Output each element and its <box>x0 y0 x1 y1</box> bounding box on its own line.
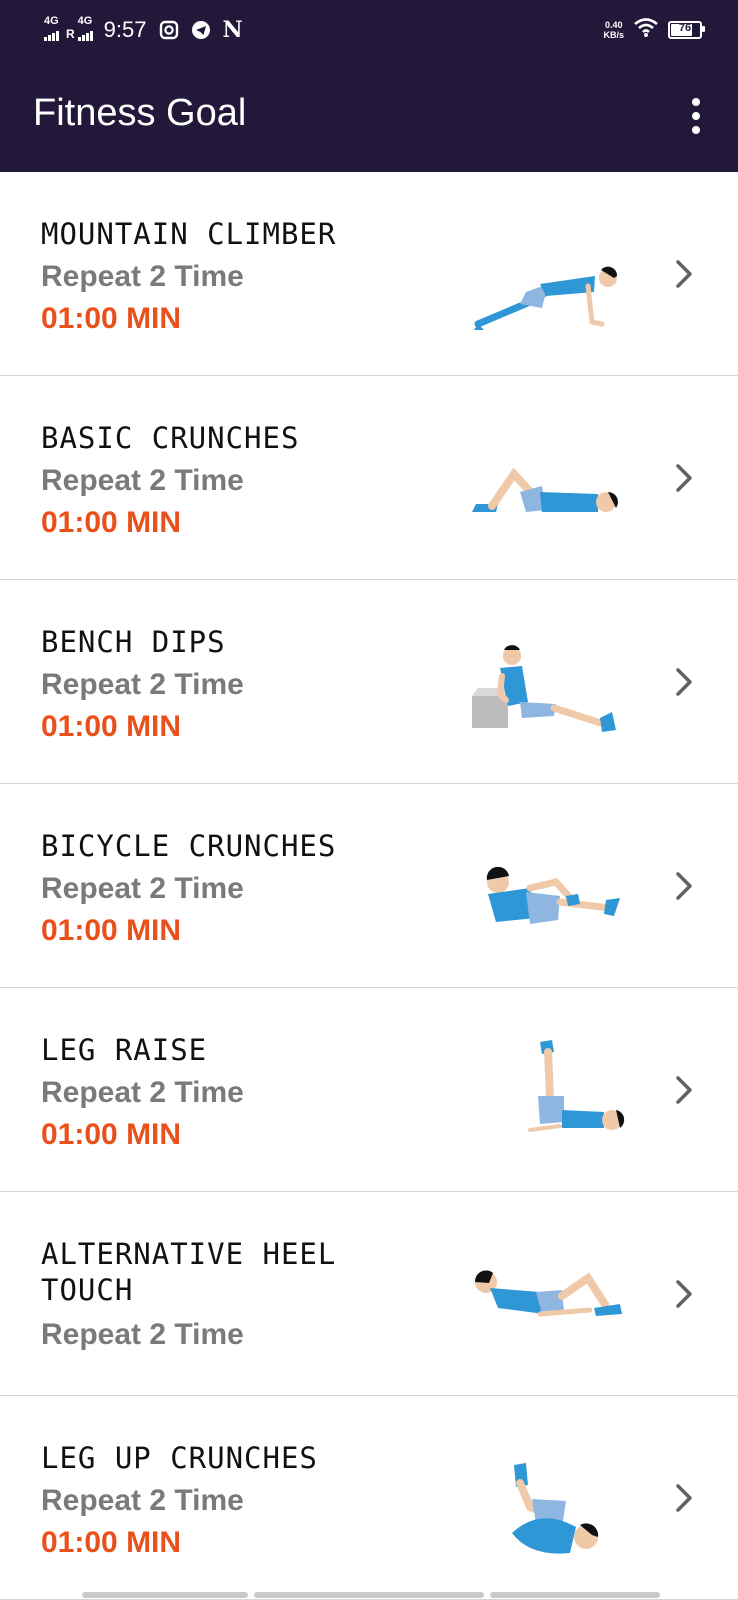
exercise-repeat: Repeat 2 Time <box>41 872 244 905</box>
exercise-name: BENCH DIPS <box>41 625 226 659</box>
roaming-indicator: R <box>66 27 75 41</box>
exercise-name: LEG UP CRUNCHES <box>41 1441 318 1475</box>
telegram-icon <box>191 20 211 40</box>
signal-2-icon: 4G <box>77 15 94 41</box>
notification-n-icon: N <box>222 17 243 43</box>
heel-touch-figure <box>474 1270 622 1317</box>
chevron-right-icon <box>676 1076 692 1104</box>
exercise-duration: 01:00 MIN <box>41 302 182 335</box>
list-item[interactable]: BASIC CRUNCHES Repeat 2 Time 01:00 MIN <box>0 376 738 580</box>
scroll-indicator <box>82 1592 660 1598</box>
status-right: 0.40 KB/s 76 <box>603 14 705 46</box>
exercise-name: BASIC CRUNCHES <box>41 421 300 455</box>
network-type-2: 4G <box>77 15 93 27</box>
chevron-right-icon <box>676 872 692 900</box>
bench-dips-figure <box>472 645 616 732</box>
status-bar: 4G R 4G 9:57 N 0.40 KB/s 76 <box>0 0 738 60</box>
leg-up-crunches-figure <box>512 1463 599 1554</box>
more-vert-icon[interactable] <box>686 98 706 134</box>
list-item[interactable]: BICYCLE CRUNCHES Repeat 2 Time 01:00 MIN <box>0 784 738 988</box>
list-item[interactable]: BENCH DIPS Repeat 2 Time 01:00 MIN <box>0 580 738 784</box>
exercise-name: MOUNTAIN CLIMBER <box>41 217 337 251</box>
exercise-duration: 01:00 MIN <box>41 914 182 947</box>
list-item[interactable]: ALTERNATIVE HEEL TOUCH Repeat 2 Time <box>0 1192 738 1396</box>
battery-level: 76 <box>678 22 692 34</box>
exercise-duration: 01:00 MIN <box>41 506 182 539</box>
list-item[interactable]: LEG UP CRUNCHES Repeat 2 Time 01:00 MIN <box>0 1396 738 1600</box>
app-bar: Fitness Goal <box>0 60 738 172</box>
network-speed: 0.40 KB/s <box>603 20 624 40</box>
chevron-right-icon <box>676 1280 692 1308</box>
exercise-name: ALTERNATIVE HEEL TOUCH <box>41 1237 337 1307</box>
exercise-duration: 01:00 MIN <box>41 710 182 743</box>
network-type-1: 4G <box>44 15 59 27</box>
chevron-right-icon <box>676 1484 692 1512</box>
exercise-repeat: Repeat 2 Time <box>41 464 244 497</box>
exercise-repeat: Repeat 2 Time <box>41 1076 244 1109</box>
exercise-duration: 01:00 MIN <box>41 1118 182 1151</box>
page-title: Fitness Goal <box>33 92 247 134</box>
basic-crunches-figure <box>472 467 618 512</box>
clock: 9:57 <box>103 17 147 42</box>
instagram-icon <box>159 20 179 40</box>
mountain-climber-figure <box>474 266 618 330</box>
exercise-duration: 01:00 MIN <box>41 1526 182 1559</box>
battery-icon: 76 <box>668 21 705 39</box>
exercise-name: BICYCLE CRUNCHES <box>41 829 337 863</box>
chevron-right-icon <box>676 668 692 696</box>
exercise-repeat: Repeat 2 Time <box>41 1484 244 1517</box>
exercise-name: LEG RAISE <box>41 1033 208 1067</box>
chevron-right-icon <box>676 464 692 492</box>
exercise-repeat: Repeat 2 Time <box>41 668 244 701</box>
signal-1-icon: 4G <box>44 15 60 41</box>
exercise-repeat: Repeat 2 Time <box>41 1318 244 1351</box>
chevron-right-icon <box>676 260 692 288</box>
list-item[interactable]: MOUNTAIN CLIMBER Repeat 2 Time 01:00 MIN <box>0 172 738 376</box>
status-left: 4G R 4G 9:57 N <box>44 14 255 46</box>
list-item[interactable]: LEG RAISE Repeat 2 Time 01:00 MIN <box>0 988 738 1192</box>
bicycle-crunches-figure <box>486 866 620 924</box>
exercise-repeat: Repeat 2 Time <box>41 260 244 293</box>
wifi-icon <box>634 17 658 43</box>
exercise-list: MOUNTAIN CLIMBER Repeat 2 Time 01:00 MIN… <box>0 172 738 1600</box>
leg-raise-figure <box>528 1040 625 1132</box>
